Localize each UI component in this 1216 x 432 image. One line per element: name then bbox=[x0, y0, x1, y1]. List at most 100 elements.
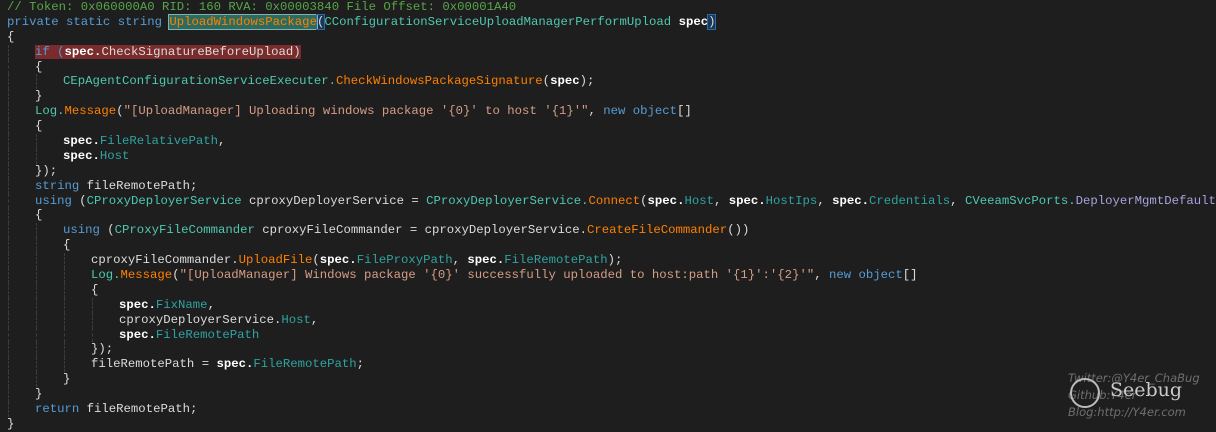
code-line[interactable]: return fileRemotePath; bbox=[7, 402, 1216, 417]
code-token: FixName bbox=[155, 297, 208, 312]
code-line[interactable]: { bbox=[7, 208, 1216, 224]
code-token: if ( bbox=[35, 44, 65, 59]
code-line[interactable]: spec.FixName, bbox=[7, 297, 1216, 313]
indent-guide bbox=[8, 163, 9, 179]
code-line[interactable]: { bbox=[7, 30, 1216, 45]
code-token: ); bbox=[579, 74, 595, 89]
code-token: ()) bbox=[727, 223, 750, 238]
indent-guide bbox=[64, 297, 65, 313]
code-line[interactable]: CEpAgentConfigurationServiceExecuter.Che… bbox=[7, 74, 1216, 90]
code-token: , bbox=[207, 297, 215, 312]
code-token: spec bbox=[550, 74, 580, 89]
code-token: UploadFile bbox=[238, 253, 313, 268]
code-token: ( bbox=[640, 193, 648, 208]
indent-guide bbox=[64, 312, 65, 328]
code-line[interactable]: fileRemotePath = spec.FileRemotePath; bbox=[7, 357, 1216, 373]
indent-guide bbox=[8, 357, 9, 373]
code-token: }); bbox=[91, 342, 114, 357]
code-token: FileProxyPath bbox=[356, 253, 453, 268]
code-line[interactable]: } bbox=[7, 417, 1216, 432]
code-token: CVeeamSvcPorts. bbox=[964, 193, 1076, 208]
code-token: { bbox=[35, 208, 43, 223]
code-token: , bbox=[713, 193, 729, 208]
code-line[interactable]: // Token: 0x060000A0 RID: 160 RVA: 0x000… bbox=[7, 0, 1216, 15]
indent-guide bbox=[92, 327, 93, 343]
code-line[interactable]: }); bbox=[7, 342, 1216, 358]
code-token: { bbox=[7, 29, 15, 44]
code-line[interactable]: }); bbox=[7, 163, 1216, 179]
indent-guide bbox=[8, 268, 9, 283]
seebug-logo-text: Seebug bbox=[1110, 379, 1183, 401]
code-line[interactable]: spec.FileRemotePath bbox=[7, 327, 1216, 343]
code-token: fileRemotePath; bbox=[86, 178, 198, 193]
code-token: } bbox=[35, 387, 43, 402]
code-token: cproxyFileCommander. bbox=[91, 253, 239, 268]
code-token: { bbox=[91, 282, 99, 297]
indent-guide bbox=[8, 44, 9, 60]
code-line[interactable]: Log.Message("[UploadManager] Windows pac… bbox=[7, 268, 1216, 283]
code-token: new object bbox=[603, 104, 678, 119]
indent-guide bbox=[8, 312, 9, 328]
code-token: ( bbox=[116, 104, 124, 119]
indent-guide bbox=[8, 59, 9, 75]
indent-guide bbox=[8, 282, 9, 298]
code-token: spec. bbox=[64, 44, 102, 59]
code-token: , bbox=[310, 312, 319, 327]
code-token: spec. bbox=[63, 148, 100, 163]
indent-guide bbox=[36, 223, 37, 239]
indent-guide bbox=[36, 282, 37, 298]
code-line[interactable]: { bbox=[7, 238, 1216, 254]
code-token: spec. bbox=[728, 193, 766, 208]
code-token: }); bbox=[35, 163, 58, 178]
code-token: , bbox=[217, 134, 226, 149]
code-token: spec. bbox=[647, 193, 685, 208]
code-editor[interactable]: // Token: 0x060000A0 RID: 160 RVA: 0x000… bbox=[7, 0, 1216, 432]
indent-guide bbox=[36, 268, 37, 283]
code-token: , bbox=[588, 104, 604, 119]
code-token: UploadWindowsPackage bbox=[168, 13, 318, 30]
indent-guide bbox=[36, 253, 37, 269]
code-token: HostIps bbox=[765, 193, 818, 208]
indent-guide bbox=[8, 372, 9, 388]
indent-guide bbox=[8, 253, 9, 269]
code-token: ( bbox=[542, 74, 551, 89]
code-line[interactable]: } bbox=[7, 89, 1216, 105]
code-token: spec. bbox=[467, 253, 505, 268]
code-line[interactable]: { bbox=[7, 282, 1216, 298]
indent-guide bbox=[8, 238, 9, 254]
code-line[interactable]: } bbox=[7, 372, 1216, 388]
indent-guide bbox=[8, 223, 9, 239]
code-token: return bbox=[35, 402, 87, 417]
code-line[interactable]: Log.Message("[UploadManager] Uploading w… bbox=[7, 104, 1216, 120]
code-line[interactable]: cproxyFileCommander.UploadFile(spec.File… bbox=[7, 253, 1216, 269]
indent-guide bbox=[64, 253, 65, 269]
code-line[interactable]: if (spec.CheckSignatureBeforeUpload) bbox=[7, 44, 1216, 60]
code-token: Log. bbox=[35, 104, 65, 119]
code-token: ( bbox=[312, 253, 320, 268]
code-line[interactable]: private static string UploadWindowsPacka… bbox=[7, 13, 1216, 30]
code-token: DeployerMgmtDefaultPort bbox=[1075, 193, 1216, 208]
seebug-logo-icon bbox=[1070, 378, 1100, 408]
code-line[interactable]: { bbox=[7, 59, 1216, 75]
code-line[interactable]: spec.Host bbox=[7, 148, 1216, 164]
code-line[interactable]: using (CProxyFileCommander cproxyFileCom… bbox=[7, 223, 1216, 239]
code-line[interactable]: } bbox=[7, 387, 1216, 403]
code-line[interactable]: using (CProxyDeployerService cproxyDeplo… bbox=[7, 193, 1216, 209]
code-token: { bbox=[35, 59, 43, 74]
code-token: spec. bbox=[319, 253, 357, 268]
code-token: "[UploadManager] Windows package '{0}' s… bbox=[179, 268, 815, 283]
code-line[interactable]: { bbox=[7, 119, 1216, 135]
code-token: "[UploadManager] Uploading windows packa… bbox=[123, 104, 589, 119]
code-token: spec. bbox=[216, 357, 254, 372]
indent-guide bbox=[8, 89, 9, 105]
code-token: Host bbox=[99, 148, 130, 163]
code-line[interactable]: string fileRemotePath; bbox=[7, 178, 1216, 194]
code-token: ( bbox=[79, 193, 87, 208]
code-line[interactable]: cproxyDeployerService.Host, bbox=[7, 312, 1216, 328]
code-token: CreateFileCommander bbox=[586, 223, 728, 238]
indent-guide bbox=[36, 74, 37, 90]
code-line[interactable]: spec.FileRelativePath, bbox=[7, 134, 1216, 149]
code-token: cproxyFileCommander = cproxyDeployerServ… bbox=[262, 223, 587, 238]
indent-guide bbox=[36, 312, 37, 328]
watermark: Twitter:@Y4er_ChaBug Github:Y4er Blog:ht… bbox=[1068, 370, 1200, 421]
